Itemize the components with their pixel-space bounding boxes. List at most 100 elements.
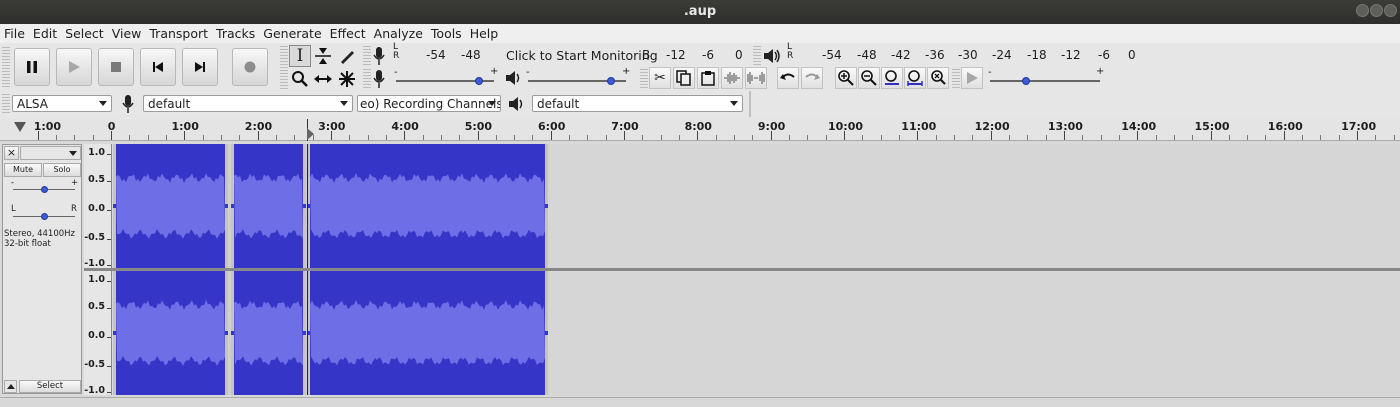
playback-speed-slider[interactable]: - +	[986, 66, 1105, 89]
silence-audio-button[interactable]	[745, 67, 767, 89]
skip-to-end-button[interactable]	[182, 48, 218, 86]
speed-plus: +	[1096, 66, 1105, 77]
timeline-minor-tick	[679, 135, 681, 140]
transport-toolbar-grip[interactable]	[2, 47, 10, 89]
rec-scale-12: -12	[666, 48, 686, 62]
mute-button[interactable]: Mute	[4, 163, 42, 177]
channel-1-waveform[interactable]	[113, 144, 1400, 268]
channel-1-waveform-area[interactable]	[113, 144, 1400, 268]
rec-volume-knob[interactable]	[475, 77, 484, 85]
gain-slider[interactable]: - +	[9, 178, 79, 195]
clip-join-dot	[303, 204, 306, 208]
timeline-ruler[interactable]: 1:00 0 1:00 2:00 3:00 4:00 5:00 6:00 7:00 8:00 9:0…	[0, 119, 1400, 141]
undo-button[interactable]	[777, 67, 799, 89]
timeline-label: 6:00	[538, 120, 566, 133]
envelope-tool[interactable]	[312, 45, 334, 67]
trim-audio-button[interactable]	[721, 67, 743, 89]
play-volume-knob[interactable]	[607, 77, 616, 85]
recording-meter-grip[interactable]	[363, 46, 371, 66]
playback-device-value: default	[537, 97, 580, 111]
menu-view[interactable]: View	[108, 24, 146, 43]
timeline-options-icon[interactable]	[14, 122, 26, 132]
timeline-minor-tick	[56, 135, 58, 140]
playback-meter[interactable]: -54 -48 -42 -36 -30 -24 -18 -12 -6 0	[800, 45, 1145, 65]
minimize-button[interactable]	[1356, 4, 1369, 17]
pan-knob[interactable]	[41, 213, 48, 220]
mixer-toolbar-grip[interactable]	[363, 69, 371, 89]
recording-volume-slider[interactable]: - +	[392, 66, 502, 89]
recording-meter[interactable]: -54 -48 Click to Start Monitoring B -12 …	[402, 45, 744, 65]
collapse-track-button[interactable]	[4, 380, 17, 393]
track-menu-button[interactable]	[20, 146, 81, 160]
timeline-minor-tick	[935, 135, 937, 140]
meter-r-label: R	[393, 51, 400, 61]
multi-tool[interactable]	[336, 68, 358, 90]
selection-tool[interactable]: I	[289, 45, 311, 67]
playback-volume-slider[interactable]: - +	[524, 66, 634, 89]
skip-start-icon	[153, 62, 163, 72]
zoom-out-button[interactable]	[858, 67, 880, 89]
empty-track-region[interactable]	[548, 271, 1400, 395]
undo-icon	[780, 73, 795, 80]
track-format-info: Stereo, 44100Hz	[4, 229, 75, 239]
microphone-icon	[373, 47, 385, 65]
stop-icon	[111, 62, 121, 72]
zoom-toggle-button[interactable]	[927, 67, 949, 89]
playback-meter-grip[interactable]	[753, 46, 761, 66]
menu-file[interactable]: File	[0, 24, 29, 43]
record-button[interactable]	[232, 48, 268, 86]
play-button[interactable]	[56, 48, 92, 86]
redo-button[interactable]	[801, 67, 823, 89]
channel-2-waveform-area[interactable]	[113, 271, 1400, 395]
fit-project-button[interactable]	[904, 67, 926, 89]
stop-button[interactable]	[98, 48, 134, 86]
timeline-minor-tick	[1192, 135, 1194, 140]
device-toolbar-grip[interactable]	[2, 94, 10, 113]
audio-host-select[interactable]: ALSA	[12, 95, 112, 112]
gain-knob[interactable]	[41, 186, 48, 193]
play-at-speed-button[interactable]	[961, 67, 983, 89]
select-track-button[interactable]: Select	[19, 380, 81, 393]
solo-button[interactable]: Solo	[43, 163, 81, 177]
pause-button[interactable]	[14, 48, 50, 86]
time-shift-tool[interactable]	[312, 68, 334, 90]
waveform-rms	[234, 173, 303, 239]
menu-transport[interactable]: Transport	[145, 24, 212, 43]
menu-effect[interactable]: Effect	[326, 24, 370, 43]
window-title: .aup	[683, 4, 717, 19]
tools-toolbar-grip[interactable]	[280, 46, 288, 90]
menu-tracks[interactable]: Tracks	[212, 24, 259, 43]
maximize-button[interactable]	[1370, 4, 1383, 17]
recording-device-select[interactable]: default	[143, 95, 353, 112]
pan-slider[interactable]: L R	[9, 203, 79, 221]
menu-edit[interactable]: Edit	[29, 24, 61, 43]
cut-button[interactable]: ✂	[649, 67, 671, 89]
skip-to-start-button[interactable]	[140, 48, 176, 86]
menu-select[interactable]: Select	[61, 24, 108, 43]
timeline-label: 14:00	[1121, 120, 1157, 133]
track-control-panel[interactable]: × Mute Solo - + L R Stereo, 44100Hz 32-b…	[2, 144, 82, 394]
zoom-in-button[interactable]	[835, 67, 857, 89]
draw-tool[interactable]	[336, 45, 358, 67]
menu-analyze[interactable]: Analyze	[370, 24, 427, 43]
paste-button[interactable]	[697, 67, 719, 89]
menu-tools[interactable]: Tools	[427, 24, 466, 43]
play-at-speed-grip[interactable]	[952, 69, 960, 89]
close-window-button[interactable]	[1384, 4, 1397, 17]
playback-device-select[interactable]: default	[532, 95, 743, 112]
fit-selection-button[interactable]	[881, 67, 903, 89]
copy-button[interactable]	[673, 67, 695, 89]
recording-volume-mic-icon	[373, 70, 385, 88]
empty-track-region[interactable]	[548, 144, 1400, 268]
zoom-tool[interactable]	[289, 68, 311, 90]
channel-2-waveform[interactable]	[113, 271, 1400, 395]
amplitude-tick	[107, 281, 111, 282]
close-track-button[interactable]: ×	[4, 146, 19, 160]
speed-knob[interactable]	[1022, 77, 1031, 85]
menu-help[interactable]: Help	[466, 24, 503, 43]
timeline-minor-tick	[1155, 135, 1157, 140]
recording-channels-select[interactable]: eo) Recording Channels	[357, 95, 501, 112]
edit-toolbar-grip[interactable]	[640, 69, 648, 89]
menu-generate[interactable]: Generate	[259, 24, 325, 43]
waveform-rms	[116, 300, 225, 366]
